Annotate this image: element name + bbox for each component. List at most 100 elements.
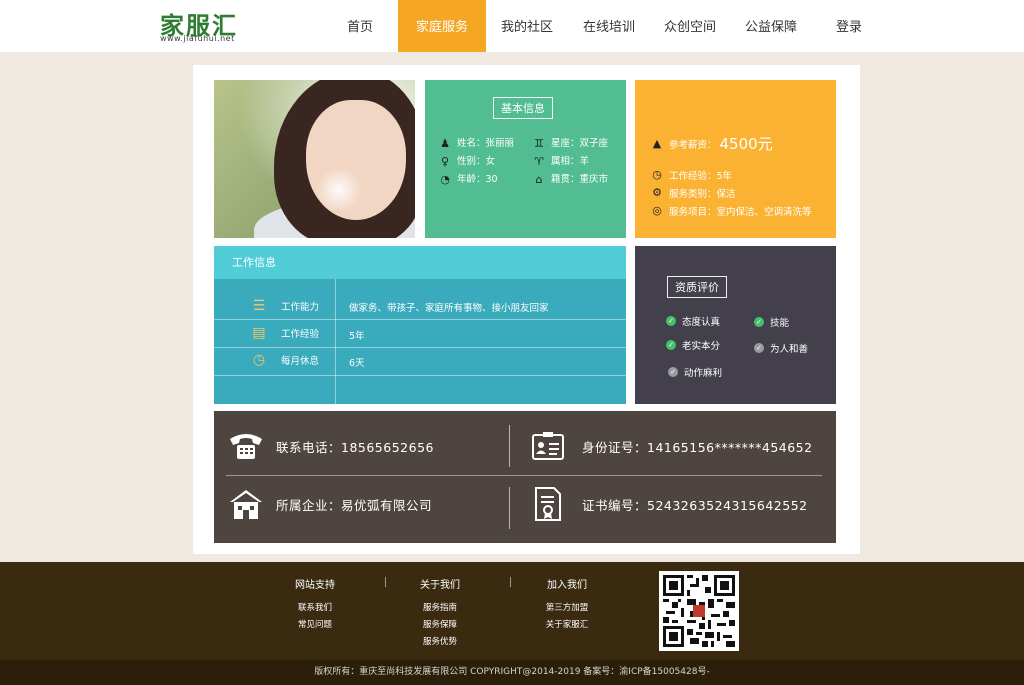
site-footer: 网站支持 联系我们 常见问题 关于我们 服务指南 服务保障 服务优势 加入我们 … bbox=[0, 562, 1024, 660]
nav-login[interactable]: 登录 bbox=[812, 0, 886, 52]
ability-icon: ☰ bbox=[252, 298, 266, 314]
check-icon: ✓ bbox=[754, 343, 764, 353]
salary-card: ▲ 参考薪资： 4500元 ◷ 工作经验：5年 ⚙ 服务类别：保洁 ◎ 服务项目… bbox=[635, 80, 836, 238]
clock-icon: ◷ bbox=[652, 168, 662, 181]
qual-label: 动作麻利 bbox=[684, 368, 723, 379]
id-card-item: 身份证号：14165156*******454652 bbox=[530, 428, 813, 464]
salary-row: ▲ 参考薪资： 4500元 bbox=[651, 133, 773, 154]
work-divider bbox=[335, 279, 336, 404]
alarm-clock-icon: ◷ bbox=[252, 352, 266, 368]
contact-divider bbox=[509, 425, 510, 467]
clock-icon: ◔ bbox=[440, 173, 450, 186]
animal-text: 属相：羊 bbox=[551, 156, 590, 167]
footer-link[interactable]: 服务保障 bbox=[410, 617, 470, 634]
qualification-title: 资质评价 bbox=[667, 276, 727, 298]
row-divider bbox=[214, 347, 626, 348]
certificate-text: 证书编号：5243263524315642552 bbox=[582, 497, 808, 513]
phone-text: 联系电话：18565652656 bbox=[276, 439, 434, 455]
age-text: 年龄：30 bbox=[457, 174, 498, 185]
check-icon: ✓ bbox=[754, 317, 764, 327]
footer-separator bbox=[385, 577, 386, 587]
contact-hdivider bbox=[226, 475, 822, 476]
contact-divider bbox=[509, 487, 510, 529]
footer-separator bbox=[510, 577, 511, 587]
work-experience-text: 工作经验 bbox=[281, 329, 320, 340]
qual-item: ✓ 为人和善 bbox=[754, 341, 808, 355]
footer-link[interactable]: 第三方加盟 bbox=[537, 600, 597, 617]
nav-home[interactable]: 首页 bbox=[322, 0, 398, 52]
check-icon: ✓ bbox=[666, 316, 676, 326]
certificate-icon bbox=[530, 486, 566, 522]
name-text: 姓名：张丽丽 bbox=[457, 138, 515, 149]
site-header: 家服汇 www.jiafuhui.net 首页 家庭服务 我的社区 在线培训 众… bbox=[0, 0, 1024, 52]
nav-family-service[interactable]: 家庭服务 bbox=[398, 0, 486, 52]
footer-col-title: 关于我们 bbox=[420, 580, 460, 591]
footer-link[interactable]: 关于家服汇 bbox=[537, 617, 597, 634]
site-logo[interactable]: 家服汇 www.jiafuhui.net bbox=[158, 6, 248, 46]
footer-col-title: 加入我们 bbox=[547, 580, 587, 591]
footer-col-about: 关于我们 服务指南 服务保障 服务优势 bbox=[410, 576, 470, 651]
id-card-icon: ▤ bbox=[252, 325, 266, 341]
profile-panel: 基本信息 ♟ 姓名：张丽丽 ♊ 星座：双子座 ♀ 性别：女 ♈ 属相：羊 ◔ 年… bbox=[193, 65, 860, 554]
basic-info-card: 基本信息 ♟ 姓名：张丽丽 ♊ 星座：双子座 ♀ 性别：女 ♈ 属相：羊 ◔ 年… bbox=[425, 80, 626, 238]
phone-item: 联系电话：18565652656 bbox=[228, 428, 434, 464]
salary-value: 4500元 bbox=[719, 135, 773, 153]
work-info-title: 工作信息 bbox=[214, 246, 626, 279]
gear-icon: ⚙ bbox=[652, 186, 662, 199]
nav-online-training[interactable]: 在线培训 bbox=[568, 0, 650, 52]
nav-maker-space[interactable]: 众创空间 bbox=[650, 0, 730, 52]
hometown-row: ⌂ 籍贯：重庆市 bbox=[533, 173, 609, 187]
footer-link[interactable]: 常见问题 bbox=[285, 617, 345, 634]
zodiac-row: ♊ 星座：双子座 bbox=[533, 137, 608, 151]
goat-icon: ♈ bbox=[534, 155, 544, 168]
footer-link[interactable]: 联系我们 bbox=[285, 600, 345, 617]
service-items-row: ◎ 服务项目：室内保洁、空调清洗等 bbox=[651, 204, 812, 219]
footer-col-title: 网站支持 bbox=[295, 580, 335, 591]
certificate-item: 证书编号：5243263524315642552 bbox=[530, 486, 808, 522]
basic-info-title: 基本信息 bbox=[493, 97, 553, 119]
check-icon: ✓ bbox=[668, 367, 678, 377]
company-item: 所属企业：易优弧有限公司 bbox=[228, 486, 432, 522]
qual-label: 为人和善 bbox=[770, 344, 809, 355]
category-row: ⚙ 服务类别：保洁 bbox=[651, 186, 736, 201]
main-nav: 首页 家庭服务 我的社区 在线培训 众创空间 公益保障 登录 bbox=[322, 0, 886, 52]
work-info-card: 工作信息 ☰ 工作能力 做家务、带孩子、家庭所有事物、接小朋友回家 ▤ 工作经验… bbox=[214, 246, 626, 404]
row-divider bbox=[214, 375, 626, 376]
qual-label: 态度认真 bbox=[682, 317, 721, 328]
nav-welfare[interactable]: 公益保障 bbox=[730, 0, 812, 52]
experience-row: ◷ 工作经验：5年 bbox=[651, 168, 733, 183]
footer-link[interactable]: 服务指南 bbox=[410, 600, 470, 617]
qr-code bbox=[659, 571, 739, 651]
experience-text: 工作经验：5年 bbox=[669, 171, 733, 182]
qual-item: ✓ 技能 bbox=[754, 315, 789, 329]
service-items-text: 服务项目：室内保洁、空调清洗等 bbox=[669, 207, 812, 218]
female-icon: ♀ bbox=[440, 155, 450, 168]
money-bag-icon: ▲ bbox=[652, 136, 662, 150]
hometown-text: 籍贯：重庆市 bbox=[551, 174, 609, 185]
nav-my-community[interactable]: 我的社区 bbox=[486, 0, 568, 52]
company-text: 所属企业：易优弧有限公司 bbox=[276, 497, 433, 513]
contact-card: 联系电话：18565652656 身份证号：14165156*******454… bbox=[214, 411, 836, 543]
gender-text: 性别：女 bbox=[457, 156, 496, 167]
copyright-bar: 版权所有：重庆至尚科技发展有限公司 COPYRIGHT@2014-2019 备案… bbox=[0, 660, 1024, 685]
animal-row: ♈ 属相：羊 bbox=[533, 155, 589, 169]
footer-col-join: 加入我们 第三方加盟 关于家服汇 bbox=[537, 576, 597, 634]
person-icon: ♟ bbox=[440, 137, 450, 150]
id-card-icon bbox=[530, 428, 566, 464]
qual-label: 老实本分 bbox=[682, 341, 721, 352]
work-experience-value: 5年 bbox=[349, 331, 365, 342]
name-row: ♟ 姓名：张丽丽 bbox=[439, 137, 514, 151]
work-ability-value: 做家务、带孩子、家庭所有事物、接小朋友回家 bbox=[349, 303, 549, 314]
footer-col-support: 网站支持 联系我们 常见问题 bbox=[285, 576, 345, 634]
check-icon: ✓ bbox=[666, 340, 676, 350]
monthly-rest-value: 6天 bbox=[349, 358, 365, 369]
work-ability-label: ☰ 工作能力 bbox=[251, 298, 319, 314]
qual-label: 技能 bbox=[770, 318, 790, 329]
category-text: 服务类别：保洁 bbox=[669, 189, 736, 200]
gemini-icon: ♊ bbox=[534, 137, 544, 150]
qualification-card: 资质评价 ✓ 态度认真 ✓ 技能 ✓ 老实本分 ✓ 为人和善 ✓ 动作麻利 bbox=[635, 246, 836, 404]
id-card-text: 身份证号：14165156*******454652 bbox=[582, 439, 813, 455]
monthly-rest-label: ◷ 每月休息 bbox=[251, 352, 319, 368]
logo-url: www.jiafuhui.net bbox=[160, 34, 235, 43]
footer-link[interactable]: 服务优势 bbox=[410, 634, 470, 651]
